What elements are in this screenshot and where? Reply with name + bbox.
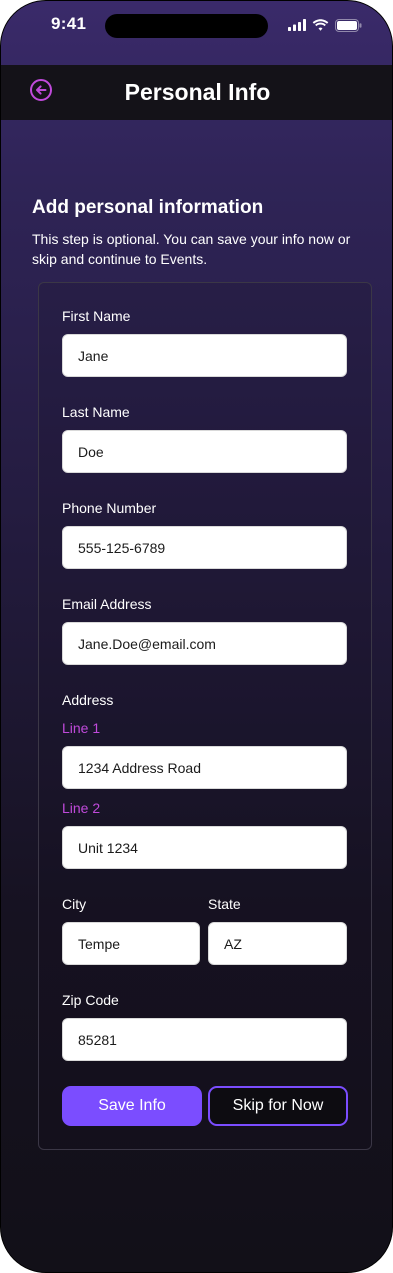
save-info-button[interactable]: Save Info xyxy=(62,1086,202,1126)
battery-icon xyxy=(335,18,362,32)
section-description: This step is optional. You can save your… xyxy=(32,231,351,267)
state-input[interactable] xyxy=(208,922,347,965)
address-line2-input[interactable] xyxy=(62,826,347,869)
phone-number-input[interactable] xyxy=(62,526,347,569)
email-address-label: Email Address xyxy=(62,596,152,612)
first-name-input[interactable] xyxy=(62,334,347,377)
city-input[interactable] xyxy=(62,922,200,965)
last-name-label: Last Name xyxy=(62,404,130,420)
state-label: State xyxy=(208,896,241,912)
skip-for-now-button[interactable]: Skip for Now xyxy=(208,1086,348,1126)
first-name-label: First Name xyxy=(62,308,131,324)
city-label: City xyxy=(62,896,87,912)
status-time: 9:41 xyxy=(51,14,87,33)
dynamic-island xyxy=(105,14,268,38)
email-address-input[interactable] xyxy=(62,622,347,665)
zip-code-label: Zip Code xyxy=(62,992,119,1008)
cellular-signal-icon xyxy=(288,19,306,31)
phone-screen: 9:41 Personal Info Add personal informat… xyxy=(0,0,393,1273)
last-name-input[interactable] xyxy=(62,430,347,473)
section-heading: Add personal information xyxy=(32,197,264,218)
status-bar: 9:41 xyxy=(1,1,392,53)
address-line2-label: Line 2 xyxy=(62,800,101,816)
zip-code-input[interactable] xyxy=(62,1018,347,1061)
address-line1-label: Line 1 xyxy=(62,720,101,736)
phone-number-label: Phone Number xyxy=(62,500,157,516)
page-title: Personal Info xyxy=(124,79,271,105)
wifi-icon xyxy=(312,19,329,31)
status-icons xyxy=(288,16,362,34)
address-line1-input[interactable] xyxy=(62,746,347,789)
address-label: Address xyxy=(62,692,114,708)
